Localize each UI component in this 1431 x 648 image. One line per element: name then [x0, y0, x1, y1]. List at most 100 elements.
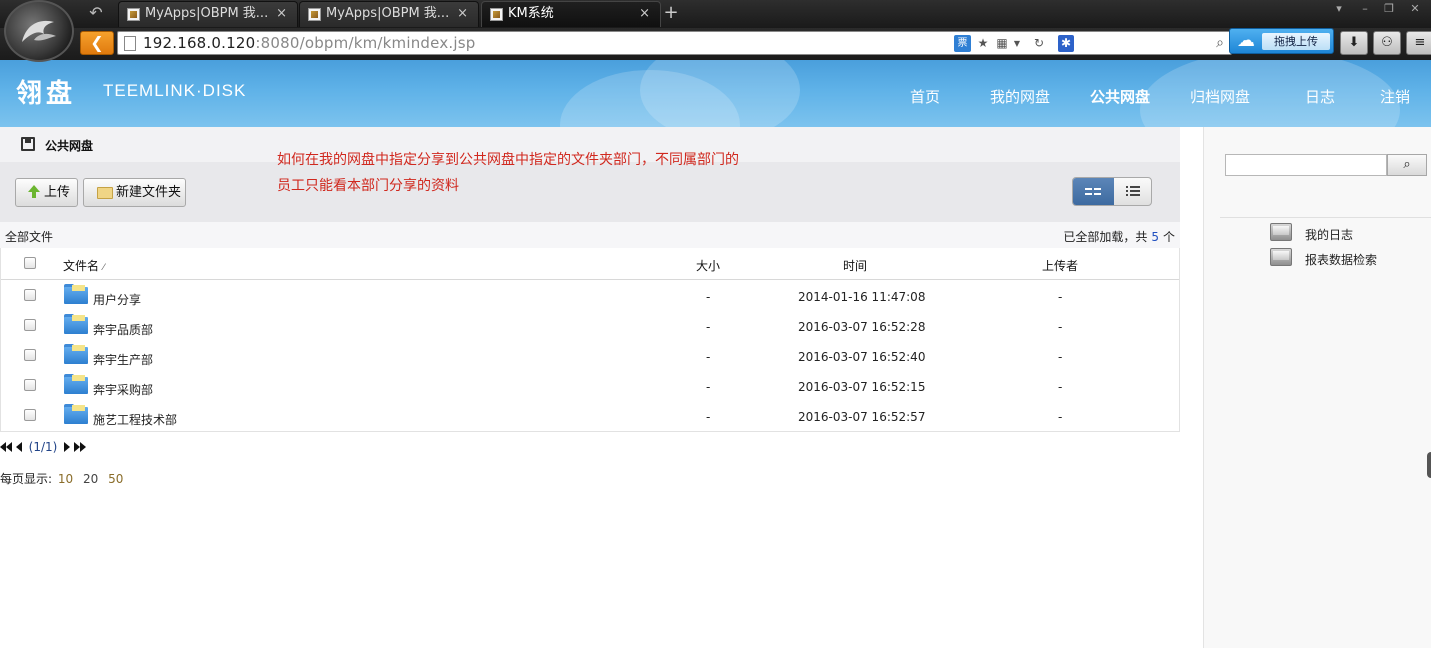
nav-my-disk[interactable]: 我的网盘 — [990, 86, 1050, 107]
table-row[interactable]: 奔宇生产部 - 2016-03-07 16:52:40 - — [1, 341, 1179, 371]
computer-icon — [1270, 223, 1292, 241]
file-name[interactable]: 施艺工程技术部 — [93, 411, 177, 428]
sidebar-item-my-log[interactable]: 我的日志 — [1270, 223, 1430, 245]
cloud-upload-button[interactable]: ☁ 拖拽上传 — [1229, 28, 1334, 54]
folder-icon — [64, 284, 88, 304]
ticket-icon[interactable]: 票 — [954, 35, 971, 52]
chevron-down-icon[interactable]: ▼ — [1012, 35, 1022, 52]
per-page-label: 每页显示: — [0, 472, 53, 486]
new-tab-button[interactable]: + — [661, 2, 681, 24]
search-button[interactable]: ⌕ — [1387, 154, 1427, 176]
per-page-option-50[interactable]: 50 — [108, 472, 123, 486]
file-uploader: - — [1058, 350, 1063, 364]
nav-log[interactable]: 日志 — [1305, 86, 1335, 107]
thumbnail-view-icon[interactable] — [1073, 178, 1114, 205]
menu-icon[interactable]: ≡ — [1406, 31, 1431, 55]
sort-icon: ⁄ — [102, 263, 105, 273]
download-icon[interactable]: ⬇ — [1340, 31, 1368, 55]
browser-tab-2[interactable]: MyApps|OBPM 我... × — [299, 1, 479, 27]
reload-icon[interactable]: ↻ — [1031, 35, 1047, 52]
tab-title: KM系统 — [508, 6, 554, 21]
first-page-icon[interactable] — [0, 440, 12, 454]
restore-icon[interactable]: ❐ — [1378, 2, 1400, 15]
folder-icon — [64, 344, 88, 364]
list-view-icon[interactable] — [1114, 178, 1151, 205]
file-count: 5 — [1151, 230, 1159, 244]
column-header-time[interactable]: 时间 — [843, 257, 867, 274]
column-header-uploader[interactable]: 上传者 — [1042, 257, 1078, 274]
nav-archive-disk[interactable]: 归档网盘 — [1190, 86, 1250, 107]
annotation-note: 如何在我的网盘中指定分享到公共网盘中指定的文件夹部门，不同属部门的 员工只能看本… — [277, 152, 739, 194]
close-icon[interactable]: × — [457, 2, 468, 26]
browser-tab-3[interactable]: KM系统 × — [481, 1, 661, 27]
file-size: - — [706, 320, 711, 334]
game-controller-icon[interactable]: ⚇ — [1373, 31, 1401, 55]
row-checkbox[interactable] — [24, 289, 36, 301]
close-icon[interactable]: × — [276, 2, 287, 26]
tab-favicon-icon — [127, 8, 140, 21]
upload-button[interactable]: 上传 — [15, 178, 78, 207]
sidebar-item-label: 报表数据检索 — [1305, 253, 1378, 267]
file-name[interactable]: 奔宇生产部 — [93, 351, 153, 368]
upload-arrow-icon — [28, 185, 40, 198]
row-checkbox[interactable] — [24, 409, 36, 421]
qr-code-icon[interactable]: ▦ — [994, 35, 1010, 52]
tab-favicon-icon — [490, 8, 503, 21]
page-title: 公共网盘 — [45, 139, 94, 153]
folder-icon — [97, 187, 113, 199]
browser-tab-1[interactable]: MyApps|OBPM 我... × — [118, 1, 298, 27]
save-icon — [21, 137, 35, 151]
column-header-name[interactable]: 文件名 ⁄ — [63, 257, 104, 274]
sidebar-item-report-search[interactable]: 报表数据检索 — [1270, 248, 1430, 270]
file-time: 2014-01-16 11:47:08 — [798, 290, 926, 304]
all-files-breadcrumb[interactable]: 全部文件 — [5, 228, 53, 245]
per-page-option-20[interactable]: 20 — [83, 472, 98, 486]
file-time: 2016-03-07 16:52:28 — [798, 320, 926, 334]
file-name[interactable]: 用户分享 — [93, 291, 141, 308]
next-page-icon[interactable] — [64, 440, 71, 454]
row-checkbox[interactable] — [24, 379, 36, 391]
nav-home[interactable]: 首页 — [910, 86, 940, 107]
file-uploader: - — [1058, 410, 1063, 424]
computer-icon — [1270, 248, 1292, 266]
prev-page-icon[interactable] — [15, 440, 22, 454]
undo-close-tab-icon[interactable]: ↶ — [84, 4, 108, 22]
column-header-size[interactable]: 大小 — [696, 257, 720, 274]
per-page-option-10[interactable]: 10 — [58, 472, 73, 486]
browser-address-row: ❮ 192.168.0.120:8080/obpm/km/kmindex.jsp… — [0, 28, 1431, 60]
nav-public-disk[interactable]: 公共网盘 — [1090, 86, 1150, 107]
logo-en: TEEMLINK·DISK — [103, 81, 247, 100]
row-checkbox[interactable] — [24, 319, 36, 331]
file-uploader: - — [1058, 290, 1063, 304]
logo-cn: 翎盘 — [16, 79, 77, 109]
row-checkbox[interactable] — [24, 349, 36, 361]
page-indicator: (1/1) — [28, 440, 58, 454]
shirt-skin-icon[interactable]: ▾ — [1328, 2, 1350, 15]
minimize-icon[interactable]: – — [1354, 2, 1376, 15]
select-all-checkbox[interactable] — [24, 257, 36, 269]
search-icon[interactable]: ⌕ — [1212, 35, 1228, 52]
file-name[interactable]: 奔宇采购部 — [93, 381, 153, 398]
table-row[interactable]: 施艺工程技术部 - 2016-03-07 16:52:57 - — [1, 401, 1179, 431]
address-bar[interactable]: 192.168.0.120:8080/obpm/km/kmindex.jsp 票… — [117, 31, 1232, 55]
baidu-paw-icon[interactable]: ✱ — [1058, 35, 1074, 52]
file-name[interactable]: 奔宇品质部 — [93, 321, 153, 338]
table-row[interactable]: 奔宇采购部 - 2016-03-07 16:52:15 - — [1, 371, 1179, 401]
new-folder-button[interactable]: 新建文件夹 — [83, 178, 186, 207]
pagination: (1/1) — [0, 440, 86, 454]
folder-icon — [64, 374, 88, 394]
star-icon[interactable]: ★ — [975, 35, 991, 52]
back-button[interactable]: ❮ — [80, 31, 114, 55]
close-icon[interactable]: × — [639, 2, 650, 26]
close-window-icon[interactable]: ✕ — [1404, 2, 1426, 15]
table-row[interactable]: 用户分享 - 2014-01-16 11:47:08 - — [1, 281, 1179, 311]
file-uploader: - — [1058, 380, 1063, 394]
search-input[interactable] — [1225, 154, 1387, 176]
nav-logout[interactable]: 注销 — [1380, 86, 1410, 107]
search-icon: ⌕ — [1403, 157, 1411, 172]
last-page-icon[interactable] — [74, 440, 86, 454]
table-row[interactable]: 奔宇品质部 - 2016-03-07 16:52:28 - — [1, 311, 1179, 341]
file-size: - — [706, 410, 711, 424]
side-handle[interactable] — [1427, 452, 1431, 478]
browser-logo-icon[interactable] — [4, 0, 74, 62]
